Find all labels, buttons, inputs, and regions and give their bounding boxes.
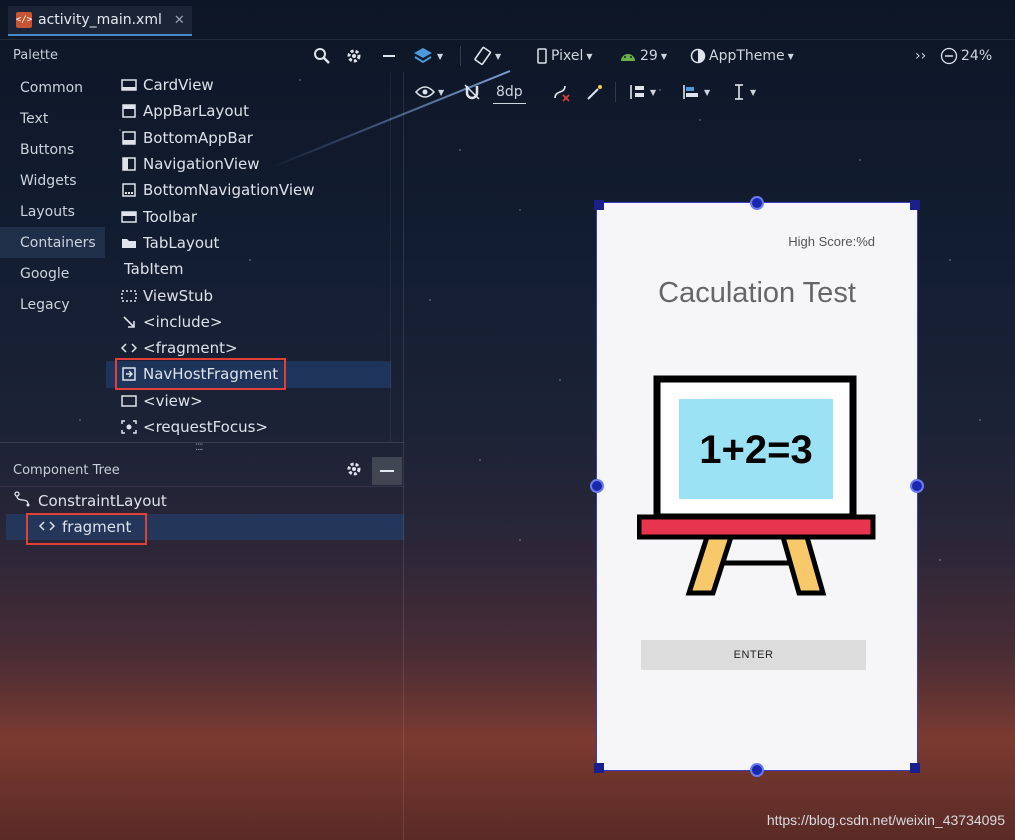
category-layouts[interactable]: Layouts (0, 196, 105, 227)
highlight-navhostfragment (115, 358, 286, 390)
palette-item-navigationview[interactable]: NavigationView (106, 151, 391, 177)
component-tree-title: Component Tree (13, 463, 120, 478)
board-text: 1+2=3 (699, 428, 812, 472)
constraint-anchor-right[interactable] (910, 479, 924, 493)
eye-icon[interactable]: ▼ (415, 80, 444, 104)
palette-category-list: Common Text Buttons Widgets Layouts Cont… (0, 72, 105, 320)
palette-item-cardview[interactable]: CardView (106, 72, 391, 98)
device-selector[interactable]: Pixel ▼ (536, 44, 593, 68)
palette-item-bottomappbar[interactable]: BottomAppBar (106, 125, 391, 151)
close-icon[interactable]: ✕ (174, 13, 185, 28)
category-text[interactable]: Text (0, 103, 105, 134)
device-name: Pixel (551, 48, 584, 64)
clear-constraints-icon[interactable] (551, 80, 571, 104)
theme-selector[interactable]: AppTheme ▼ (690, 44, 794, 68)
appbar-icon (120, 104, 137, 119)
magnet-off-icon[interactable] (463, 80, 481, 104)
panel-divider (403, 72, 404, 840)
palette-item-appbarlayout[interactable]: AppBarLayout (106, 98, 391, 124)
panel-splitter[interactable]: ⁚⁚⁚⁚ (0, 442, 404, 453)
tab-activity-main[interactable]: </> activity_main.xml ✕ (8, 6, 192, 36)
card-icon (120, 78, 137, 93)
guidelines-icon[interactable]: ▼ (731, 80, 756, 104)
high-score-label: High Score:%d (788, 234, 875, 249)
phone-icon (537, 48, 547, 64)
component-tree-header: Component Tree (0, 455, 404, 487)
gear-icon[interactable] (345, 44, 363, 68)
api-selector[interactable]: 29 ▼ (619, 44, 667, 68)
api-level: 29 (640, 48, 658, 64)
code-brackets-icon (120, 341, 137, 356)
palette-item-tabitem[interactable]: TabItem (106, 256, 391, 282)
theme-name: AppTheme (709, 48, 785, 64)
constraint-anchor-left[interactable] (590, 479, 604, 493)
resize-handle-top-right[interactable] (910, 200, 920, 210)
theme-icon (690, 48, 706, 64)
palette-item-bottomnavigationview[interactable]: BottomNavigationView (106, 177, 391, 203)
palette-item-include[interactable]: <include> (106, 309, 391, 335)
palette-item-viewstub[interactable]: ViewStub (106, 282, 391, 308)
watermark-url: https://blog.csdn.net/weixin_43734095 (766, 812, 1005, 828)
enter-button[interactable]: ENTER (641, 640, 866, 670)
folder-icon (120, 235, 137, 250)
toolbar-icon (120, 209, 137, 224)
navigation-view-icon (120, 157, 137, 172)
orientation-icon[interactable]: ▼ (472, 44, 501, 68)
category-common[interactable]: Common (0, 72, 105, 103)
category-widgets[interactable]: Widgets (0, 165, 105, 196)
focus-icon (120, 420, 137, 435)
category-legacy[interactable]: Legacy (0, 289, 105, 320)
android-icon (621, 54, 635, 61)
category-google[interactable]: Google (0, 258, 105, 289)
overflow-icon[interactable]: ›› (915, 44, 926, 68)
zoom-control[interactable]: 24% (940, 44, 992, 68)
palette-header: Palette (13, 48, 59, 63)
include-arrow-icon (120, 314, 137, 329)
viewstub-icon (120, 288, 137, 303)
pack-icon[interactable]: ▼ (627, 80, 656, 104)
palette-item-requestfocus[interactable]: <requestFocus> (106, 414, 391, 440)
align-icon[interactable]: ▼ (681, 80, 710, 104)
highlight-fragment (26, 513, 147, 545)
design-toolbar: Palette ▼ ▼ Pixel ▼ 29 ▼ AppTheme ▼ ›› 2… (0, 40, 1015, 72)
easel-board-image: 1+2=3 (637, 375, 876, 596)
constraint-anchor-bottom[interactable] (750, 763, 764, 777)
resize-handle-top-left[interactable] (594, 200, 604, 210)
layers-icon[interactable]: ▼ (412, 44, 443, 68)
zoom-level: 24% (961, 48, 993, 64)
palette-item-view[interactable]: <view> (106, 388, 391, 414)
palette-scrollbar[interactable] (390, 72, 402, 442)
design-preview[interactable]: High Score:%d Caculation Test 1+2=3 ENTE… (590, 196, 924, 777)
category-containers[interactable]: Containers (0, 227, 105, 258)
constraint-anchor-top[interactable] (750, 196, 764, 210)
view-icon (120, 393, 137, 408)
minimize-button[interactable] (372, 457, 402, 485)
app-title: Caculation Test (658, 277, 856, 309)
bottom-navigation-icon (120, 183, 137, 198)
palette-item-toolbar[interactable]: Toolbar (106, 203, 391, 229)
zoom-out-icon (940, 47, 958, 65)
xml-file-icon: </> (16, 12, 32, 28)
minus-icon[interactable] (381, 44, 397, 68)
constraint-layout-icon (14, 491, 32, 511)
bottom-appbar-icon (120, 130, 137, 145)
tab-title: activity_main.xml (38, 12, 162, 28)
resize-handle-bottom-right[interactable] (910, 763, 920, 773)
default-margin-field[interactable]: 8dp (493, 80, 526, 104)
layout-toolbar: ▼ 8dp ▼ ▼ ▼ (405, 76, 1015, 106)
search-icon[interactable] (313, 44, 331, 68)
category-buttons[interactable]: Buttons (0, 134, 105, 165)
gear-icon[interactable] (345, 460, 363, 483)
magic-wand-icon[interactable] (585, 80, 605, 104)
editor-tab-bar: </> activity_main.xml ✕ (0, 0, 1015, 40)
palette-item-tablayout[interactable]: TabLayout (106, 230, 391, 256)
resize-handle-bottom-left[interactable] (594, 763, 604, 773)
tree-node-constraintlayout[interactable]: ConstraintLayout (6, 488, 404, 514)
